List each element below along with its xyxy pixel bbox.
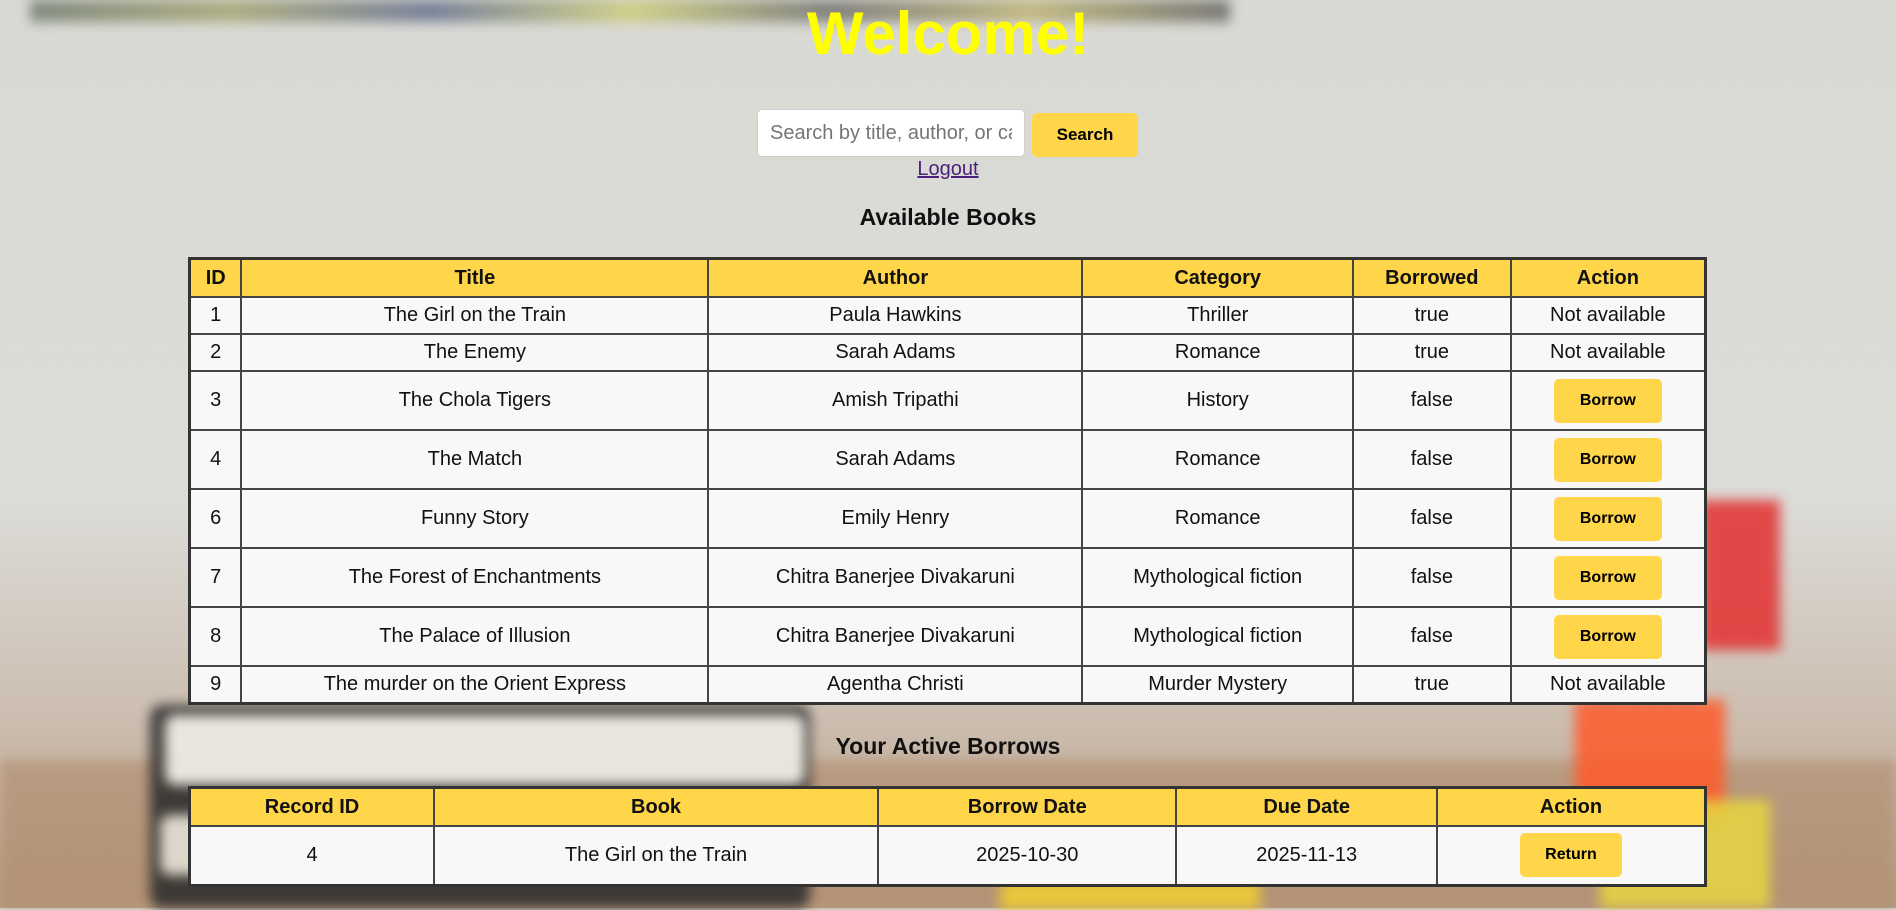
col-header-book: Book xyxy=(433,786,880,827)
borrow-button[interactable]: Borrow xyxy=(1553,614,1662,659)
borrow-date: 2025-10-30 xyxy=(877,825,1178,886)
book-action-cell: Borrow xyxy=(1509,606,1707,667)
book-category: Romance xyxy=(1081,333,1354,372)
col-header-title: Title xyxy=(240,257,710,298)
book-title: The Chola Tigers xyxy=(240,370,710,431)
active-borrows-heading: Your Active Borrows xyxy=(835,733,1061,759)
book-author: Emily Henry xyxy=(707,488,1084,549)
book-borrowed: true xyxy=(1351,296,1512,335)
borrow-record-id: 4 xyxy=(188,825,436,886)
book-author: Paula Hawkins xyxy=(707,296,1084,335)
book-id: 7 xyxy=(188,547,243,608)
borrow-book: The Girl on the Train xyxy=(433,825,880,886)
book-borrowed: false xyxy=(1351,370,1512,431)
search-input[interactable] xyxy=(757,109,1025,157)
book-id: 2 xyxy=(188,333,243,372)
col-header-action: Action xyxy=(1509,257,1707,298)
search-button[interactable]: Search xyxy=(1032,113,1138,157)
book-borrowed: false xyxy=(1351,488,1512,549)
book-row: 2 The Enemy Sarah Adams Romance true Not avai… xyxy=(188,333,1707,372)
logout-link[interactable]: Logout xyxy=(0,158,1896,181)
book-action-cell: Borrow xyxy=(1509,429,1707,490)
book-category: Murder Mystery xyxy=(1081,665,1354,704)
book-row: 4 The Match Sarah Adams Romance false Borrow xyxy=(188,429,1707,490)
book-id: 4 xyxy=(188,429,243,490)
book-title: The Enemy xyxy=(240,333,710,372)
not-available-label: Not available xyxy=(1550,304,1666,326)
col-header-borrow-action: Action xyxy=(1435,786,1707,827)
not-available-label: Not available xyxy=(1550,672,1666,695)
book-borrowed: true xyxy=(1351,333,1512,372)
col-header-author: Author xyxy=(707,257,1084,298)
book-title: The Match xyxy=(240,429,710,490)
book-author: Sarah Adams xyxy=(707,333,1084,372)
book-category: Mythological fiction xyxy=(1081,547,1354,608)
book-author: Chitra Banerjee Divakaruni xyxy=(707,547,1084,608)
book-id: 9 xyxy=(188,665,243,704)
borrow-button[interactable]: Borrow xyxy=(1553,555,1662,600)
col-header-borrowed: Borrowed xyxy=(1351,257,1512,298)
book-row: 6 Funny Story Emily Henry Romance false Borro… xyxy=(188,488,1707,549)
col-header-borrow-date: Borrow Date xyxy=(877,786,1178,827)
col-header-due-date: Due Date xyxy=(1175,786,1438,827)
book-action-cell: Borrow xyxy=(1509,547,1707,608)
borrows-table: Record ID Book Borrow Date Due Date Acti… xyxy=(188,786,1707,887)
book-author: Agentha Christi xyxy=(707,665,1084,704)
borrow-button[interactable]: Borrow xyxy=(1553,496,1662,541)
book-borrowed: false xyxy=(1351,606,1512,667)
book-author: Amish Tripathi xyxy=(707,370,1084,431)
book-category: Romance xyxy=(1081,429,1354,490)
borrow-due-date: 2025-11-13 xyxy=(1175,825,1438,886)
book-category: Thriller xyxy=(1081,296,1354,335)
borrow-row: 4 The Girl on the Train 2025-10-30 2025-11-… xyxy=(188,825,1707,886)
book-action-cell: Borrow xyxy=(1509,488,1707,549)
books-table: ID Title Author Category Borrowed Action… xyxy=(188,257,1707,705)
book-action-cell: Not available xyxy=(1509,296,1707,335)
book-author: Chitra Banerjee Divakaruni xyxy=(707,606,1084,667)
book-author: Sarah Adams xyxy=(707,429,1084,490)
book-category: Romance xyxy=(1081,488,1354,549)
book-title: The Girl on the Train xyxy=(240,296,710,335)
borrow-button[interactable]: Borrow xyxy=(1553,378,1662,423)
book-title: The murder on the Orient Express xyxy=(240,665,710,704)
book-title: The Forest of Enchantments xyxy=(240,547,710,608)
book-borrowed: false xyxy=(1351,429,1512,490)
book-id: 1 xyxy=(188,296,243,335)
borrow-action-cell: Return xyxy=(1435,825,1707,886)
book-row: 3 The Chola Tigers Amish Tripathi History fa… xyxy=(188,370,1707,431)
book-category: History xyxy=(1081,370,1354,431)
background-block-a xyxy=(1700,500,1780,650)
book-id: 8 xyxy=(188,606,243,667)
book-action-cell: Not available xyxy=(1509,333,1707,372)
book-action-cell: Not available xyxy=(1509,665,1707,704)
book-action-cell: Borrow xyxy=(1509,370,1707,431)
book-borrowed: false xyxy=(1351,547,1512,608)
book-category: Mythological fiction xyxy=(1081,606,1354,667)
book-row: 7 The Forest of Enchantments Chitra Banerj… xyxy=(188,547,1707,608)
borrows-table-header: Record ID Book Borrow Date Due Date Acti… xyxy=(188,786,1707,827)
book-borrowed: true xyxy=(1351,665,1512,704)
return-button[interactable]: Return xyxy=(1519,833,1622,878)
book-id: 3 xyxy=(188,370,243,431)
col-header-category: Category xyxy=(1081,257,1354,298)
borrow-button[interactable]: Borrow xyxy=(1553,437,1662,482)
col-header-id: ID xyxy=(188,257,243,298)
book-row: 1 The Girl on the Train Paula Hawkins Thril… xyxy=(188,296,1707,335)
search-bar: Search xyxy=(757,109,1138,157)
col-header-record-id: Record ID xyxy=(188,786,436,827)
available-books-heading: Available Books xyxy=(859,204,1037,230)
not-available-label: Not available xyxy=(1550,341,1666,363)
book-title: Funny Story xyxy=(240,488,710,549)
book-id: 6 xyxy=(188,488,243,549)
book-row: 8 The Palace of Illusion Chitra Banerjee D… xyxy=(188,606,1707,667)
book-row: 9 The murder on the Orient Express Agentha… xyxy=(188,665,1707,704)
book-title: The Palace of Illusion xyxy=(240,606,710,667)
books-table-header: ID Title Author Category Borrowed Action xyxy=(188,257,1707,298)
page-title: Welcome! xyxy=(806,0,1090,67)
